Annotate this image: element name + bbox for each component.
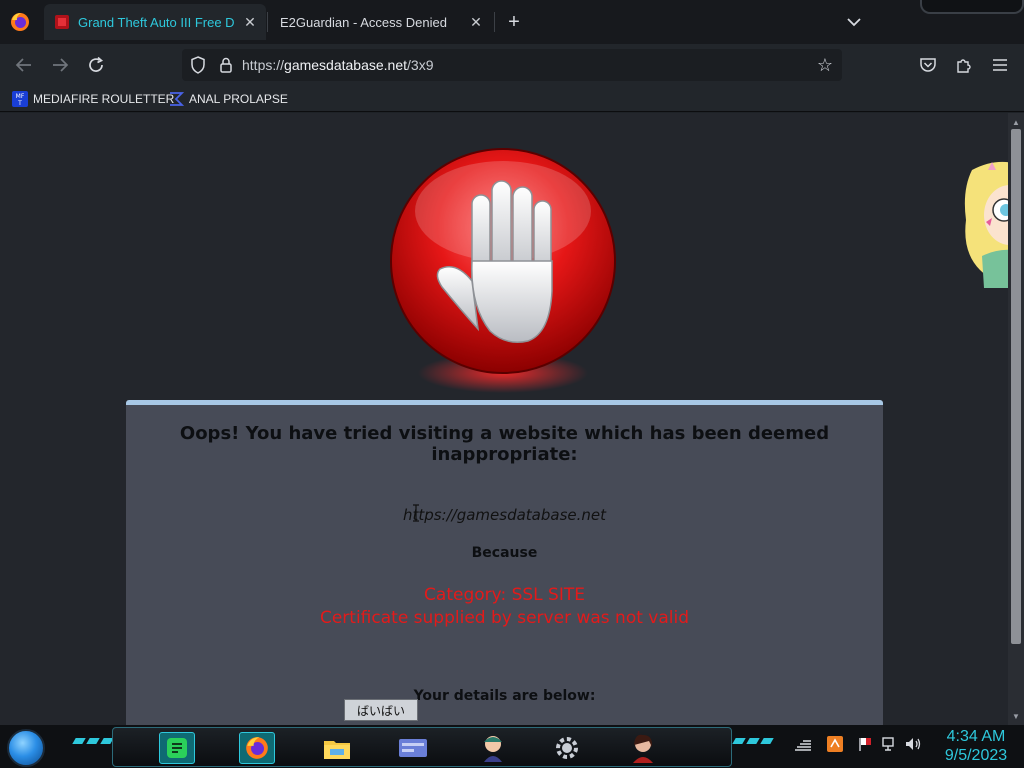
decor-stripes: [732, 738, 774, 748]
pocket-button[interactable]: [914, 52, 942, 78]
bookmark-star-icon[interactable]: ☆: [814, 54, 836, 76]
character-app-icon[interactable]: [475, 732, 511, 764]
start-button[interactable]: [7, 729, 45, 767]
vertical-scrollbar[interactable]: ▲ ▼: [1008, 113, 1024, 725]
mediafire-icon: MFT: [12, 91, 28, 107]
url-path: /3x9: [407, 57, 434, 73]
new-tab-button[interactable]: +: [502, 10, 526, 34]
url-text[interactable]: https://gamesdatabase.net/3x9: [242, 57, 433, 73]
lock-icon[interactable]: [216, 55, 236, 75]
scroll-up-arrow-icon[interactable]: ▲: [1008, 115, 1024, 129]
scroll-down-arrow-icon[interactable]: ▼: [1008, 709, 1024, 723]
stop-hand-icon: [378, 141, 628, 401]
tab-access-denied[interactable]: E2Guardian - Access Denied ✕: [270, 4, 492, 40]
extensions-button[interactable]: [950, 52, 978, 78]
url-prefix: https://: [242, 57, 285, 73]
close-icon[interactable]: ✕: [466, 12, 486, 32]
firefox-icon[interactable]: [239, 732, 275, 764]
menu-button[interactable]: [986, 52, 1014, 78]
close-icon[interactable]: ✕: [240, 12, 260, 32]
navigation-toolbar: https://gamesdatabase.net/3x9 ☆: [0, 44, 1024, 86]
url-bar[interactable]: https://gamesdatabase.net/3x9 ☆: [182, 49, 842, 81]
access-denied-panel: Oops! You have tried visiting a website …: [126, 400, 883, 725]
bookmark-anal-prolapse[interactable]: ANAL PROLAPSE: [168, 89, 288, 109]
bookmark-label: MEDIAFIRE ROULETTER: [33, 92, 175, 106]
sigma-icon: [170, 92, 184, 106]
arrow-left-icon: [15, 58, 31, 72]
file-explorer-icon[interactable]: [319, 732, 355, 764]
flag-icon[interactable]: [856, 735, 874, 753]
gta-favicon-icon: [55, 15, 69, 29]
page-content: Oops! You have tried visiting a website …: [0, 113, 1008, 725]
bookmark-mediafire-rouletter[interactable]: MF T MEDIAFIRE ROULETTER: [12, 89, 174, 109]
tab-gta3[interactable]: Grand Theft Auto III Free Down ✕: [44, 4, 266, 40]
because-label: Because: [471, 545, 538, 561]
reload-button[interactable]: [82, 52, 110, 78]
arrow-right-icon: [53, 58, 69, 72]
puzzle-icon: [957, 59, 971, 73]
bookmarks-toolbar: MF T MEDIAFIRE ROULETTER ANAL PROLAPSE: [0, 86, 1024, 112]
decor-stripes: [72, 738, 114, 748]
details-heading: Your details are below:: [413, 688, 596, 704]
tab-title: E2Guardian - Access Denied: [280, 14, 447, 30]
reload-icon: [89, 56, 104, 72]
firefox-view-icon[interactable]: [8, 10, 32, 34]
shield-icon[interactable]: [188, 55, 208, 75]
taskbar-dock: [112, 727, 732, 767]
svg-text:T: T: [17, 100, 22, 107]
clock-date: 9/5/2023: [944, 747, 1008, 764]
tab-bar: Grand Theft Auto III Free Down ✕ E2Guard…: [0, 0, 1024, 44]
app-tray-icon[interactable]: [826, 735, 844, 753]
window-decoration: [920, 0, 1024, 14]
scrollbar-thumb[interactable]: [1011, 129, 1021, 644]
volume-icon[interactable]: [904, 735, 922, 753]
text-cursor-icon: [413, 504, 419, 522]
reason-detail: Certificate supplied by server was not v…: [319, 608, 690, 628]
notes-app-icon[interactable]: [159, 732, 195, 764]
blocked-url: https://gamesdatabase.net: [402, 506, 607, 524]
pocket-icon: [920, 58, 936, 72]
list-all-tabs-button[interactable]: [842, 10, 866, 34]
reason-category: Category: SSL SITE: [424, 585, 585, 605]
system-clock[interactable]: 4:34 AM 9/5/2023: [932, 727, 1020, 765]
tab-title: Grand Theft Auto III Free Down: [78, 14, 234, 30]
taskbar: 4:34 AM 9/5/2023: [0, 725, 1024, 768]
clock-time: 4:34 AM: [946, 728, 1006, 745]
bookmark-label: ANAL PROLAPSE: [189, 92, 288, 106]
stairs-icon[interactable]: [794, 735, 812, 753]
chevron-down-icon: [847, 18, 861, 27]
svg-text:MF: MF: [16, 93, 25, 100]
avatar-app-icon[interactable]: [625, 732, 661, 764]
gear-icon[interactable]: [549, 732, 585, 764]
forward-button[interactable]: [46, 52, 74, 78]
tab-separator: [494, 12, 495, 32]
tab-separator: [267, 12, 268, 32]
card-app-icon[interactable]: [395, 732, 431, 764]
url-host: gamesdatabase.net: [284, 57, 408, 73]
page-title: Oops! You have tried visiting a website …: [179, 423, 830, 465]
ime-tooltip: ばいばい: [344, 699, 418, 721]
hamburger-icon: [993, 59, 1007, 71]
network-icon[interactable]: [880, 735, 898, 753]
back-button[interactable]: [10, 52, 38, 78]
block-reason: Category: SSL SITE Certificate supplied …: [126, 584, 883, 630]
